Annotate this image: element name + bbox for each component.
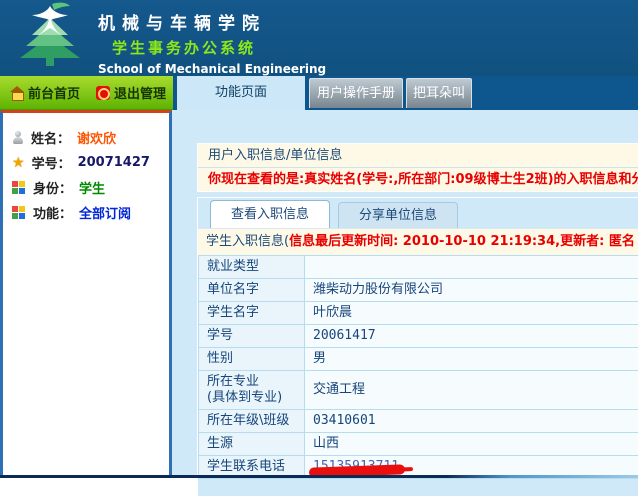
row-label: 性别 bbox=[199, 348, 305, 371]
sidebar-item-student-id: ★ 学号： 20071427 bbox=[3, 150, 169, 175]
row-label: 所在年级\班级 bbox=[199, 410, 305, 433]
main-area: 用户入职信息/单位信息 你现在查看的是:真实姓名(学号:,所在部门:09级博士生… bbox=[172, 110, 638, 478]
section-header: 学生入职信息(信息最后更新时间: 2010-10-10 21:19:34,更新者… bbox=[198, 228, 638, 255]
sidebar-label-student-id: 学号： bbox=[32, 153, 71, 172]
school-title-en: School of Mechanical Engineering bbox=[98, 62, 326, 76]
table-row: 单位名字潍柴动力股份有限公司 bbox=[199, 279, 638, 302]
table-row: 生源山西 bbox=[199, 433, 638, 456]
nav-item-logout-label: 退出管理 bbox=[114, 83, 166, 102]
person-icon bbox=[12, 131, 24, 144]
tab-user-manual[interactable]: 用户操作手册 bbox=[309, 78, 403, 108]
home-icon bbox=[10, 86, 24, 99]
sidebar-label-role: 身份： bbox=[33, 178, 72, 197]
table-row: 学生名字叶欣晨 bbox=[199, 302, 638, 325]
sidebar-value-name: 谢欢欣 bbox=[77, 128, 116, 147]
tab-share-company-info[interactable]: 分享单位信息 bbox=[338, 202, 458, 228]
sidebar-item-name: 姓名： 谢欢欣 bbox=[3, 125, 169, 150]
sidebar-value-function[interactable]: 全部订阅 bbox=[79, 203, 131, 222]
nav-menu: 前台首页 退出管理 bbox=[0, 76, 173, 110]
inner-tabstrip: 查看入职信息 分享单位信息 bbox=[198, 198, 638, 228]
content-box: 查看入职信息 分享单位信息 学生入职信息(信息最后更新时间: 2010-10-1… bbox=[197, 197, 638, 497]
system-title: 学生事务办公系统 bbox=[112, 37, 326, 58]
row-value: 叶欣晨 bbox=[305, 302, 638, 325]
sidebar-item-role: 身份： 学生 bbox=[3, 175, 169, 200]
school-title: 机械与车辆学院 bbox=[98, 9, 326, 34]
top-navbar: 前台首页 退出管理 功能页面 用户操作手册 把耳朵叫醒 bbox=[0, 76, 638, 110]
sidebar-value-role: 学生 bbox=[79, 178, 105, 197]
table-row: 学号20061417 bbox=[199, 325, 638, 348]
section-header-prefix: 学生入职信息( bbox=[206, 234, 289, 249]
logout-icon bbox=[96, 86, 110, 100]
nav-item-home[interactable]: 前台首页 bbox=[10, 83, 80, 102]
row-label: 单位名字 bbox=[199, 279, 305, 302]
row-label: 所在专业(具体到专业) bbox=[199, 371, 305, 410]
tab-function-page[interactable]: 功能页面 bbox=[177, 76, 305, 110]
grid-icon bbox=[12, 181, 18, 187]
table-row: 性别男 bbox=[199, 348, 638, 371]
section-header-update-info: 信息最后更新时间: 2010-10-10 21:19:34,更新者: 匿名 bbox=[289, 234, 635, 249]
star-icon: ★ bbox=[12, 156, 25, 170]
grid-icon bbox=[12, 206, 18, 212]
nav-item-home-label: 前台首页 bbox=[28, 83, 80, 102]
tab-view-employment-info[interactable]: 查看入职信息 bbox=[210, 200, 330, 228]
row-value: 交通工程 bbox=[305, 371, 638, 410]
row-value: 20061417 bbox=[305, 325, 638, 348]
row-label: 学生名字 bbox=[199, 302, 305, 325]
row-value: 潍柴动力股份有限公司 bbox=[305, 279, 638, 302]
app-header: 机械与车辆学院 学生事务办公系统 School of Mechanical En… bbox=[0, 0, 638, 76]
user-info-box: 用户入职信息/单位信息 你现在查看的是:真实姓名(学号:,所在部门:09级博士生… bbox=[197, 143, 638, 192]
info-box-title: 用户入职信息/单位信息 bbox=[198, 144, 638, 168]
sidebar-value-student-id: 20071427 bbox=[78, 155, 150, 170]
table-row: 所在专业(具体到专业)交通工程 bbox=[199, 371, 638, 410]
row-label: 学号 bbox=[199, 325, 305, 348]
sidebar-label-function: 功能： bbox=[33, 203, 72, 222]
row-value: 男 bbox=[305, 348, 638, 371]
row-value bbox=[305, 256, 638, 279]
row-label: 就业类型 bbox=[199, 256, 305, 279]
sidebar-item-function: 功能： 全部订阅 bbox=[3, 200, 169, 225]
employment-info-table: 就业类型 单位名字潍柴动力股份有限公司学生名字叶欣晨学号20061417性别男所… bbox=[198, 255, 638, 479]
row-label: 生源 bbox=[199, 433, 305, 456]
user-sidebar: 姓名： 谢欢欣 ★ 学号： 20071427 身份： 学生 功能： 全部订阅 bbox=[0, 110, 172, 478]
table-row: 所在年级\班级03410601 bbox=[199, 410, 638, 433]
table-row: 就业类型 bbox=[199, 256, 638, 279]
row-value: 03410601 bbox=[305, 410, 638, 433]
viewing-notice: 你现在查看的是:真实姓名(学号:,所在部门:09级博士生2班)的入职信息和分享单… bbox=[198, 168, 638, 191]
school-logo-icon bbox=[8, 2, 92, 74]
row-value: 山西 bbox=[305, 433, 638, 456]
tab-wake-ears[interactable]: 把耳朵叫醒 bbox=[406, 78, 472, 108]
nav-item-logout[interactable]: 退出管理 bbox=[96, 83, 166, 102]
sidebar-label-name: 姓名： bbox=[31, 128, 70, 147]
